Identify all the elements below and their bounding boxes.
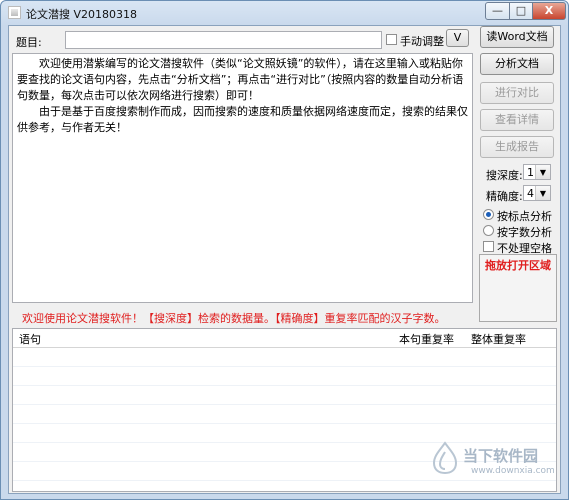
topic-input[interactable] xyxy=(65,31,382,49)
read-word-button[interactable]: 读Word文档 xyxy=(480,26,554,48)
manual-adjust-checkbox[interactable] xyxy=(386,34,397,45)
by-charcount-radio[interactable] xyxy=(483,225,494,236)
topic-label: 题目: xyxy=(16,36,42,49)
table-row xyxy=(13,405,556,424)
content-paragraph-2: 由于是基于百度搜索制作而成，因而搜索的速度和质量依据网络速度而定，搜索的结果仅供… xyxy=(17,105,468,134)
watermark-url: www.downxia.com xyxy=(471,466,555,476)
by-punctuation-radio[interactable] xyxy=(483,209,494,220)
hint-text: 欢迎使用论文潜搜软件！【搜深度】检索的数据量。【精确度】重复率匹配的汉子字数。 xyxy=(22,312,446,325)
results-grid[interactable]: 语句 本句重复率 整体重复率 当下软件园 www.downxia.com xyxy=(12,328,557,492)
maximize-button[interactable]: □ xyxy=(509,2,533,20)
content-textarea[interactable]: 欢迎使用潜紫编写的论文潜搜软件（类似“论文照妖镜”的软件），请在这里输入或粘贴你… xyxy=(12,53,473,303)
watermark-brand: 当下软件园 xyxy=(463,447,539,465)
window-title: 论文潜搜 V20180318 xyxy=(26,8,138,21)
table-row xyxy=(13,348,556,367)
by-punctuation-label: 按标点分析 xyxy=(497,210,552,223)
app-icon xyxy=(8,6,21,19)
drop-zone-label: 拖放打开区域 xyxy=(485,259,551,272)
column-header-sentence-rate[interactable]: 本句重复率 xyxy=(399,331,454,347)
search-depth-select[interactable]: 1 ▼ xyxy=(523,164,551,180)
column-header-total-rate[interactable]: 整体重复率 xyxy=(471,331,526,347)
title-bar: 论文潜搜 V20180318 — □ X xyxy=(1,1,568,25)
precision-select[interactable]: 4 ▼ xyxy=(523,185,551,201)
table-row xyxy=(13,367,556,386)
minimize-button[interactable]: — xyxy=(485,2,510,20)
by-charcount-label: 按字数分析 xyxy=(497,226,552,239)
chevron-down-icon: ▼ xyxy=(535,165,550,179)
search-depth-label: 搜深度: xyxy=(486,169,523,182)
table-row xyxy=(13,386,556,405)
watermark-logo-icon xyxy=(432,441,458,475)
topic-dropdown-button[interactable]: V xyxy=(446,29,469,47)
manual-adjust-label: 手动调整 xyxy=(400,35,444,48)
content-paragraph-1: 欢迎使用潜紫编写的论文潜搜软件（类似“论文照妖镜”的软件），请在这里输入或粘贴你… xyxy=(17,57,464,102)
results-grid-header: 语句 本句重复率 整体重复率 xyxy=(13,329,556,348)
view-details-button[interactable]: 查看详情 xyxy=(480,109,554,131)
generate-report-button[interactable]: 生成报告 xyxy=(480,136,554,158)
table-row xyxy=(13,424,556,443)
chevron-down-icon: ▼ xyxy=(535,186,550,200)
search-depth-value: 1 xyxy=(527,166,534,179)
precision-label: 精确度: xyxy=(486,190,523,203)
client-area: 题目: 手动调整 V 欢迎使用潜紫编写的论文潜搜软件（类似“论文照妖镜”的软件）… xyxy=(8,25,561,494)
app-window: 论文潜搜 V20180318 — □ X 题目: 手动调整 V 欢迎使用潜紫编写… xyxy=(0,0,569,500)
precision-value: 4 xyxy=(527,187,534,200)
compare-button[interactable]: 进行对比 xyxy=(480,82,554,104)
close-button[interactable]: X xyxy=(532,2,566,20)
column-header-sentence[interactable]: 语句 xyxy=(19,331,41,347)
ignore-spaces-checkbox[interactable] xyxy=(483,241,494,252)
analyze-document-button[interactable]: 分析文档 xyxy=(480,53,554,75)
drop-zone[interactable]: 拖放打开区域 xyxy=(479,254,557,322)
